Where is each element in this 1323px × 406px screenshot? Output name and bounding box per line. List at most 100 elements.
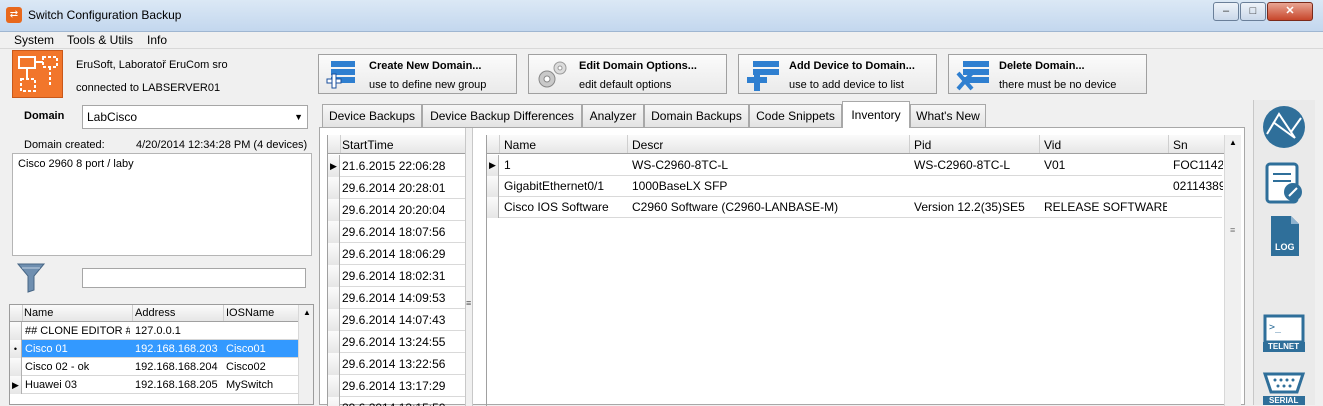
row-indicator	[328, 309, 340, 331]
create-domain-label: Create New Domain...	[369, 60, 482, 72]
domain-description[interactable]: Cisco 2960 8 port / laby	[12, 153, 312, 256]
table-row[interactable]: Cisco 02 - ok 192.168.168.204 Cisco02	[10, 358, 298, 376]
time-list-header: StartTime	[328, 135, 465, 154]
scroll-up-icon[interactable]: ▲	[1229, 138, 1237, 147]
backup-start-time: 29.6.2014 18:06:29	[342, 247, 446, 261]
menu-system[interactable]: System	[14, 33, 54, 47]
scroll-up-icon[interactable]: ▲	[303, 308, 311, 317]
domain-created-label: Domain created:	[24, 139, 105, 151]
device-address: 127.0.0.1	[135, 325, 181, 337]
delete-domain-sub: there must be no device	[999, 79, 1117, 91]
list-item[interactable]: 29.6.2014 14:07:43	[328, 309, 465, 331]
splitter-handle[interactable]: ≡	[465, 128, 473, 406]
filter-input[interactable]	[82, 268, 306, 288]
minimize-button[interactable]: –	[1213, 2, 1239, 21]
maximize-button[interactable]: □	[1240, 2, 1266, 21]
tab-whats-new[interactable]: What's New	[910, 104, 986, 127]
tab-analyzer[interactable]: Analyzer	[582, 104, 644, 127]
device-iosname: MySwitch	[226, 379, 274, 391]
close-button[interactable]: ✕	[1267, 2, 1313, 21]
device-address: 192.168.168.205	[135, 379, 218, 391]
telnet-terminal-icon[interactable]: >_ TELNET	[1259, 314, 1309, 360]
scroll-grip-icon: ≡	[1230, 225, 1236, 235]
device-iosname: Cisco01	[226, 343, 266, 355]
edit-document-icon[interactable]	[1259, 160, 1309, 206]
table-row[interactable]: ▶ 1 WS-C2960-8TC-L WS-C2960-8TC-L V01 FO…	[487, 155, 1223, 176]
list-item[interactable]: ▶ 21.6.2015 22:06:28	[328, 155, 465, 177]
device-table-header: Name Address IOSName	[10, 305, 313, 322]
device-name: Cisco 01	[25, 343, 68, 355]
inventory-scrollbar[interactable]: ▲ ≡	[1224, 135, 1241, 406]
column-header-address[interactable]: Address	[135, 307, 175, 319]
serial-port-icon[interactable]: SERIAL	[1259, 368, 1309, 405]
connection-status: connected to LABSERVER01	[76, 82, 221, 94]
device-table: Name Address IOSName ## CLONE EDITOR ## …	[9, 304, 314, 405]
app-icon: ⇄	[6, 7, 22, 23]
list-item[interactable]: 29.6.2014 14:09:53	[328, 287, 465, 309]
edit-domain-button[interactable]: Edit Domain Options... edit default opti…	[528, 54, 727, 94]
column-header-pid[interactable]: Pid	[914, 138, 931, 152]
list-item[interactable]: 29.6.2014 13:17:29	[328, 375, 465, 397]
menu-bar: System Tools & Utils Info	[0, 32, 1323, 49]
row-indicator	[487, 176, 499, 197]
title-bar: ⇄ Switch Configuration Backup – □ ✕	[0, 0, 1323, 32]
inventory-descr: C2960 Software (C2960-LANBASE-M)	[632, 200, 839, 214]
list-item[interactable]: 29.6.2014 18:06:29	[328, 243, 465, 265]
add-device-sub: use to add device to list	[789, 79, 904, 91]
inventory-sn: 02114389	[1173, 179, 1223, 193]
add-device-button[interactable]: Add Device to Domain... use to add devic…	[738, 54, 937, 94]
table-row[interactable]: • Cisco 01 192.168.168.203 Cisco01	[10, 340, 298, 358]
tab-code-snippets[interactable]: Code Snippets	[749, 104, 842, 127]
row-indicator	[487, 197, 499, 218]
row-indicator	[328, 331, 340, 353]
tab-device-backups[interactable]: Device Backups	[322, 104, 422, 127]
menu-tools-utils[interactable]: Tools & Utils	[67, 33, 133, 47]
row-indicator: ▶	[328, 155, 340, 177]
inventory-pid: WS-C2960-8TC-L	[914, 158, 1011, 172]
inventory-table: Name Descr Pid Vid Sn ▶ 1 WS-C2960-8TC-L…	[486, 135, 1224, 406]
row-indicator	[328, 243, 340, 265]
column-header-vid[interactable]: Vid	[1044, 138, 1061, 152]
tab-device-backup-differences[interactable]: Device Backup Differences	[422, 104, 582, 127]
list-item[interactable]: 29.6.2014 13:22:56	[328, 353, 465, 375]
device-table-scrollbar[interactable]: ▲	[298, 305, 313, 404]
domain-select[interactable]: LabCisco ▼	[82, 105, 308, 129]
delete-domain-button[interactable]: Delete Domain... there must be no device	[948, 54, 1147, 94]
column-header-descr[interactable]: Descr	[632, 138, 663, 152]
network-globe-icon[interactable]	[1259, 104, 1309, 150]
column-header-name[interactable]: Name	[24, 307, 53, 319]
backup-start-time: 29.6.2014 20:28:01	[342, 181, 446, 195]
row-indicator	[328, 375, 340, 397]
filter-icon[interactable]	[16, 262, 46, 294]
table-row[interactable]: ▶ Huawei 03 192.168.168.205 MySwitch	[10, 376, 298, 394]
list-item[interactable]: 29.6.2014 13:24:55	[328, 331, 465, 353]
telnet-label: TELNET	[1268, 342, 1300, 351]
table-row[interactable]: Cisco IOS Software C2960 Software (C2960…	[487, 197, 1222, 218]
tab-inventory[interactable]: Inventory	[842, 101, 910, 128]
tab-domain-backups[interactable]: Domain Backups	[644, 104, 749, 127]
list-item[interactable]: 29.6.2014 18:02:31	[328, 265, 465, 287]
column-header-starttime[interactable]: StartTime	[342, 138, 394, 152]
list-item[interactable]: 29.6.2014 20:28:01	[328, 177, 465, 199]
inventory-pid: Version 12.2(35)SE5	[914, 200, 1025, 214]
org-name: EruSoft, Laboratoř EruCom sro	[76, 59, 228, 71]
domain-description-text: Cisco 2960 8 port / laby	[18, 158, 134, 170]
column-header-sn[interactable]: Sn	[1173, 138, 1188, 152]
log-file-icon[interactable]: LOG	[1259, 214, 1309, 260]
inventory-name: 1	[504, 158, 511, 172]
list-item[interactable]: 29.6.2014 18:07:56	[328, 221, 465, 243]
column-header-iosname[interactable]: IOSName	[226, 307, 274, 319]
backup-start-time: 29.6.2014 14:09:53	[342, 291, 446, 305]
edit-domain-sub: edit default options	[579, 79, 672, 91]
backup-start-time: 29.6.2014 13:22:56	[342, 357, 446, 371]
backup-start-time: 29.6.2014 20:20:04	[342, 203, 446, 217]
menu-info[interactable]: Info	[147, 33, 167, 47]
edit-domain-label: Edit Domain Options...	[579, 60, 697, 72]
table-row[interactable]: GigabitEthernet0/1 1000BaseLX SFP 021143…	[487, 176, 1223, 197]
delete-domain-icon	[956, 61, 989, 91]
create-domain-button[interactable]: Create New Domain... use to define new g…	[318, 54, 517, 94]
list-item[interactable]: 29.6.2014 20:20:04	[328, 199, 465, 221]
grip-icon: ≡	[466, 298, 472, 308]
column-header-name[interactable]: Name	[504, 138, 536, 152]
table-row[interactable]: ## CLONE EDITOR ## 127.0.0.1	[10, 322, 298, 340]
